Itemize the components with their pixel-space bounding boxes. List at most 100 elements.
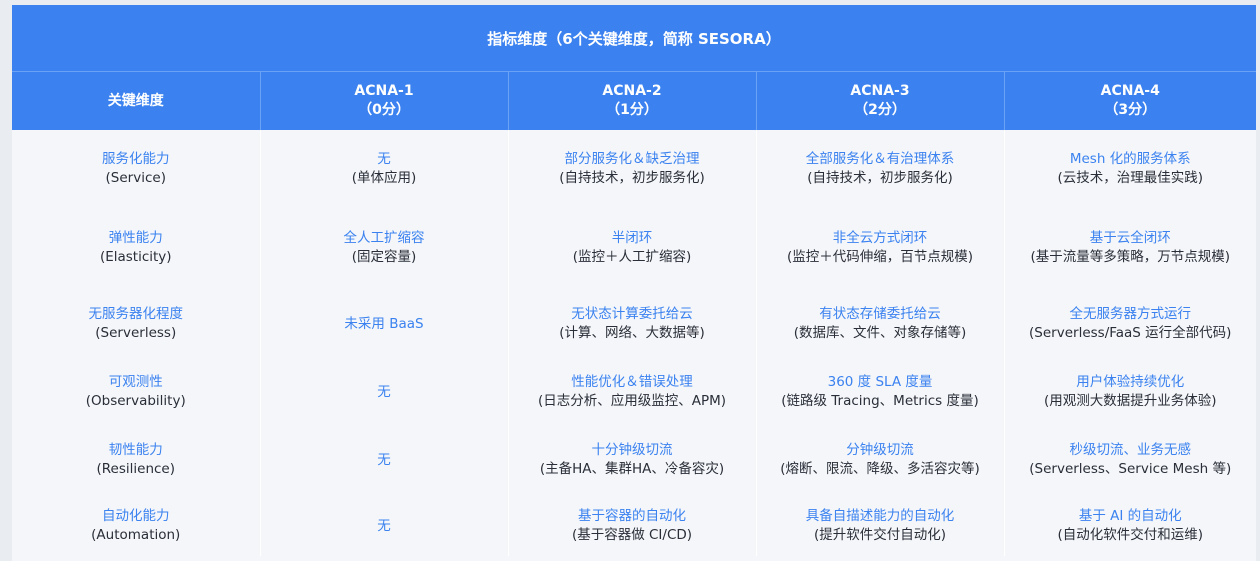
level-cell: 基于 AI 的自动化 (自动化软件交付和运维) [1003, 496, 1256, 556]
cell-sub-text: (日志分析、应用级监控、APM) [537, 393, 727, 409]
cell-main-text: 基于 AI 的自动化 [1078, 508, 1182, 524]
header-label: 关键维度 [107, 92, 164, 109]
cell-main-text: 无 [377, 517, 391, 534]
cell-main-text: 无 [377, 451, 391, 468]
header-score: （1分） [606, 102, 658, 118]
cell-sub-text: (基于流量等多策略，万节点规模) [1030, 249, 1231, 265]
header-score: （0分） [358, 102, 410, 118]
dimension-cell: 自动化能力 (Automation) [12, 496, 260, 556]
cell-sub-text: (固定容量) [351, 249, 417, 265]
dimension-name: 无服务器化程度 [88, 306, 184, 322]
header-acna-4: ACNA-4 （3分） [1003, 72, 1256, 130]
cell-main-text: 具备自描述能力的自动化 [805, 508, 955, 524]
cell-sub-text: (主备HA、集群HA、冷备容灾) [539, 461, 725, 477]
dimension-name: 可观测性 [108, 374, 163, 390]
header-score: （2分） [854, 102, 906, 118]
dimension-english: (Automation) [91, 527, 181, 543]
dimension-english: (Observability) [85, 393, 186, 409]
cell-main-text: 基于容器的自动化 [578, 508, 686, 524]
level-cell: 基于容器的自动化 (基于容器做 CI/CD) [507, 496, 756, 556]
cell-sub-text: (链路级 Tracing、Metrics 度量) [781, 393, 979, 409]
level-cell: 半闭环 (监控＋人工扩缩容) [507, 208, 756, 288]
cell-sub-text: (单体应用) [351, 170, 417, 186]
dimension-cell: 无服务器化程度 (Serverless) [12, 288, 260, 360]
level-cell: 360 度 SLA 度量 (链路级 Tracing、Metrics 度量) [755, 360, 1004, 424]
cell-sub-text: (提升软件交付自动化) [813, 527, 947, 543]
table-row-elasticity: 弹性能力 (Elasticity) 全人工扩缩容 (固定容量) 半闭环 (监控＋… [12, 208, 1256, 288]
cell-main-text: Mesh 化的服务体系 [1069, 151, 1191, 167]
header-level: ACNA-3 [850, 83, 910, 99]
dimension-english: (Elasticity) [99, 249, 172, 265]
header-acna-2: ACNA-2 （1分） [507, 72, 756, 130]
header-level: ACNA-2 [602, 83, 662, 99]
cell-sub-text: (自持技术，初步服务化) [807, 170, 953, 186]
level-cell: 用户体验持续优化 (用观测大数据提升业务体验) [1003, 360, 1256, 424]
cell-sub-text: (Serverless、Service Mesh 等) [1029, 461, 1232, 477]
cell-sub-text: (自动化软件交付和运维) [1057, 527, 1204, 543]
header-level: ACNA-1 [354, 83, 414, 99]
dimension-name: 服务化能力 [102, 151, 170, 167]
level-cell: 全人工扩缩容 (固定容量) [259, 208, 508, 288]
cell-sub-text: (用观测大数据提升业务体验) [1043, 393, 1217, 409]
dimension-name: 弹性能力 [108, 230, 163, 246]
table-row-resilience: 韧性能力 (Resilience) 无 十分钟级切流 (主备HA、集群HA、冷备… [12, 424, 1256, 496]
level-cell: 非全云方式闭环 (监控＋代码伸缩，百节点规模) [755, 208, 1004, 288]
cell-main-text: 秒级切流、业务无感 [1069, 442, 1192, 458]
header-acna-3: ACNA-3 （2分） [755, 72, 1004, 130]
cell-main-text: 全人工扩缩容 [343, 230, 425, 246]
level-cell: 无 [259, 360, 508, 424]
level-cell: 无 [259, 424, 508, 496]
cell-main-text: 用户体验持续优化 [1076, 374, 1185, 390]
table-header-row: 关键维度 ACNA-1 （0分） ACNA-2 （1分） ACNA-3 （2分）… [12, 72, 1256, 130]
level-cell: 有状态存储委托给云 (数据库、文件、对象存储等) [755, 288, 1004, 360]
sesora-table: 关键维度 ACNA-1 （0分） ACNA-2 （1分） ACNA-3 （2分）… [12, 72, 1256, 556]
dimension-cell: 服务化能力 (Service) [12, 130, 260, 208]
cell-main-text: 360 度 SLA 度量 [827, 374, 933, 390]
level-cell: 无状态计算委托给云 (计算、网络、大数据等) [507, 288, 756, 360]
dimension-english: (Serverless) [95, 325, 177, 341]
level-cell: 全部服务化＆有治理体系 (自持技术，初步服务化) [755, 130, 1004, 208]
level-cell: 未采用 BaaS [259, 288, 508, 360]
dimension-cell: 韧性能力 (Resilience) [12, 424, 260, 496]
cell-main-text: 未采用 BaaS [344, 315, 424, 332]
header-score: （3分） [1104, 102, 1157, 118]
table-banner-title: 指标维度（6个关键维度，简称 SESORA） [12, 5, 1256, 72]
table-row-observability: 可观测性 (Observability) 无 性能优化＆错误处理 (日志分析、应… [12, 360, 1256, 424]
header-key-dimension: 关键维度 [12, 72, 260, 130]
cell-main-text: 有状态存储委托给云 [819, 306, 941, 322]
level-cell: 性能优化＆错误处理 (日志分析、应用级监控、APM) [507, 360, 756, 424]
cell-sub-text: (监控＋代码伸缩，百节点规模) [786, 249, 974, 265]
table-row-service: 服务化能力 (Service) 无 (单体应用) 部分服务化＆缺乏治理 (自持技… [12, 130, 1256, 208]
cell-sub-text: (熔断、限流、降级、多活容灾等) [780, 461, 980, 477]
cell-main-text: 分钟级切流 [846, 442, 914, 458]
dimension-name: 韧性能力 [108, 442, 163, 458]
level-cell: 部分服务化＆缺乏治理 (自持技术，初步服务化) [507, 130, 756, 208]
cell-main-text: 全部服务化＆有治理体系 [805, 151, 955, 167]
table-row-serverless: 无服务器化程度 (Serverless) 未采用 BaaS 无状态计算委托给云 … [12, 288, 1256, 360]
level-cell: 基于云全闭环 (基于流量等多策略，万节点规模) [1003, 208, 1256, 288]
cell-main-text: 无状态计算委托给云 [571, 306, 693, 322]
cell-sub-text: (云技术，治理最佳实践) [1057, 170, 1204, 186]
dimension-cell: 弹性能力 (Elasticity) [12, 208, 260, 288]
level-cell: 分钟级切流 (熔断、限流、降级、多活容灾等) [755, 424, 1004, 496]
cell-main-text: 基于云全闭环 [1089, 230, 1171, 246]
cell-sub-text: (监控＋人工扩缩容) [572, 249, 692, 265]
cell-main-text: 无 [377, 383, 391, 400]
level-cell: 具备自描述能力的自动化 (提升软件交付自动化) [755, 496, 1004, 556]
level-cell: 秒级切流、业务无感 (Serverless、Service Mesh 等) [1003, 424, 1256, 496]
cell-main-text: 无 [377, 151, 391, 167]
cell-main-text: 全无服务器方式运行 [1069, 306, 1192, 322]
cell-main-text: 非全云方式闭环 [832, 230, 928, 246]
dimension-name: 自动化能力 [102, 508, 170, 524]
cell-main-text: 性能优化＆错误处理 [571, 374, 693, 390]
level-cell: Mesh 化的服务体系 (云技术，治理最佳实践) [1003, 130, 1256, 208]
cell-sub-text: (Serverless/FaaS 运行全部代码) [1029, 325, 1232, 341]
dimension-cell: 可观测性 (Observability) [12, 360, 260, 424]
cell-main-text: 半闭环 [611, 230, 653, 246]
cell-main-text: 十分钟级切流 [591, 442, 673, 458]
level-cell: 无 [259, 496, 508, 556]
dimension-english: (Resilience) [96, 461, 176, 477]
dimension-english: (Service) [105, 170, 166, 186]
cell-sub-text: (计算、网络、大数据等) [559, 325, 705, 341]
header-level: ACNA-4 [1100, 83, 1160, 99]
